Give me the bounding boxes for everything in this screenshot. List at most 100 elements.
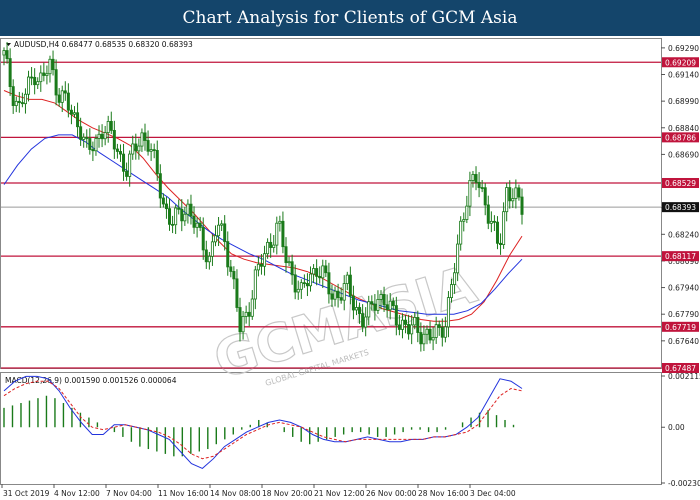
candle-body	[259, 263, 263, 267]
level-price-label: 0.68786	[665, 133, 696, 142]
symbol-info: AUDUSD,H4 0.68477 0.68535 0.68320 0.6839…	[14, 40, 193, 49]
x-tick-label: 28 Nov 16:00	[418, 489, 469, 498]
candle-body	[143, 132, 147, 141]
candle-body	[361, 313, 365, 328]
candle-body	[471, 174, 475, 181]
candle-body	[20, 102, 24, 105]
candle-body	[195, 222, 199, 228]
candle-body	[312, 268, 316, 275]
x-tick-label: 3 Dec 04:00	[470, 489, 516, 498]
candle-body	[354, 307, 358, 311]
level-price-label: 0.69209	[665, 58, 696, 67]
candle-body	[287, 261, 291, 264]
candle-body	[364, 316, 368, 328]
x-tick-label: 14 Nov 08:00	[210, 489, 261, 498]
candle-body	[486, 204, 490, 224]
candle-body	[453, 272, 457, 285]
candle-body	[492, 220, 496, 223]
candle-body	[152, 149, 156, 152]
candle-body	[425, 328, 429, 335]
candle-body	[76, 112, 80, 128]
candle-body	[266, 241, 270, 255]
candle-body	[495, 221, 499, 244]
candle-body	[315, 268, 319, 277]
candle-body	[220, 223, 224, 226]
candle-body	[419, 332, 423, 345]
candle-body	[413, 317, 417, 326]
macd-label: MACD(12,26,9) 0.001590 0.001526 0.000064	[5, 376, 177, 385]
candle-body	[499, 242, 503, 246]
candle-body	[128, 153, 132, 177]
candle-body	[238, 307, 242, 333]
candle-body	[134, 143, 138, 152]
candle-body	[118, 151, 122, 155]
candle-body	[351, 295, 355, 311]
candle-body	[511, 198, 515, 202]
candle-body	[36, 81, 40, 86]
candle-body	[339, 297, 343, 301]
candle-body	[483, 187, 487, 206]
candle-body	[462, 219, 466, 222]
candle-body	[388, 300, 392, 311]
price-tick-label: 0.68840	[668, 124, 699, 133]
candle-body	[198, 222, 202, 228]
candle-body	[122, 153, 126, 172]
candle-body	[437, 324, 441, 328]
candle-body	[244, 311, 248, 317]
macd-tick-label: 0.002115	[668, 372, 700, 381]
candle-body	[183, 213, 187, 222]
candle-body	[158, 173, 162, 199]
candle-body	[446, 297, 450, 328]
macd-tick-label: 0.00	[668, 423, 685, 432]
candle-body	[330, 293, 334, 300]
candle-body	[422, 333, 426, 345]
x-tick-label: 21 Nov 12:00	[314, 489, 365, 498]
price-tick-label: 0.69140	[668, 71, 699, 80]
candle-body	[88, 138, 92, 150]
candle-body	[27, 76, 31, 95]
candle-body	[23, 93, 27, 105]
candle-body	[48, 58, 52, 75]
candle-body	[443, 326, 447, 338]
candle-body	[505, 187, 509, 213]
candle-body	[164, 203, 168, 210]
candle-body	[146, 140, 150, 152]
candle-body	[207, 255, 211, 263]
candle-body	[327, 272, 331, 295]
candle-body	[5, 50, 9, 59]
price-tick-label: 0.69290	[668, 44, 699, 53]
candle-body	[72, 112, 76, 115]
candle-body	[155, 150, 159, 175]
candle-body	[168, 208, 172, 225]
candle-body	[269, 241, 273, 248]
price-tick-label: 0.68990	[668, 97, 699, 106]
x-tick-label: 31 Oct 2019	[3, 489, 50, 498]
candle-body	[30, 76, 34, 79]
candle-body	[394, 305, 398, 326]
candle-body	[305, 283, 309, 287]
candle-body	[290, 261, 294, 276]
candle-body	[333, 290, 337, 300]
candle-body	[106, 121, 110, 133]
candle-body	[149, 149, 153, 152]
candle-body	[247, 311, 251, 317]
candle-body	[514, 187, 518, 199]
x-tick-label: 4 Nov 12:00	[54, 489, 100, 498]
candle-body	[459, 220, 463, 245]
candle-body	[201, 227, 205, 251]
candle-body	[450, 284, 454, 298]
candle-body	[367, 301, 371, 318]
candle-body	[397, 324, 401, 330]
candle-body	[468, 180, 472, 207]
candle-body	[508, 187, 512, 202]
candle-body	[109, 121, 113, 131]
candle-body	[180, 208, 184, 222]
candle-body	[440, 327, 444, 338]
candle-body	[275, 222, 279, 246]
candle-body	[309, 273, 313, 287]
candle-body	[391, 300, 395, 307]
candle-body	[296, 288, 300, 293]
candle-body	[477, 181, 481, 188]
candle-body	[385, 304, 389, 311]
level-price-label: 0.68117	[665, 252, 696, 261]
